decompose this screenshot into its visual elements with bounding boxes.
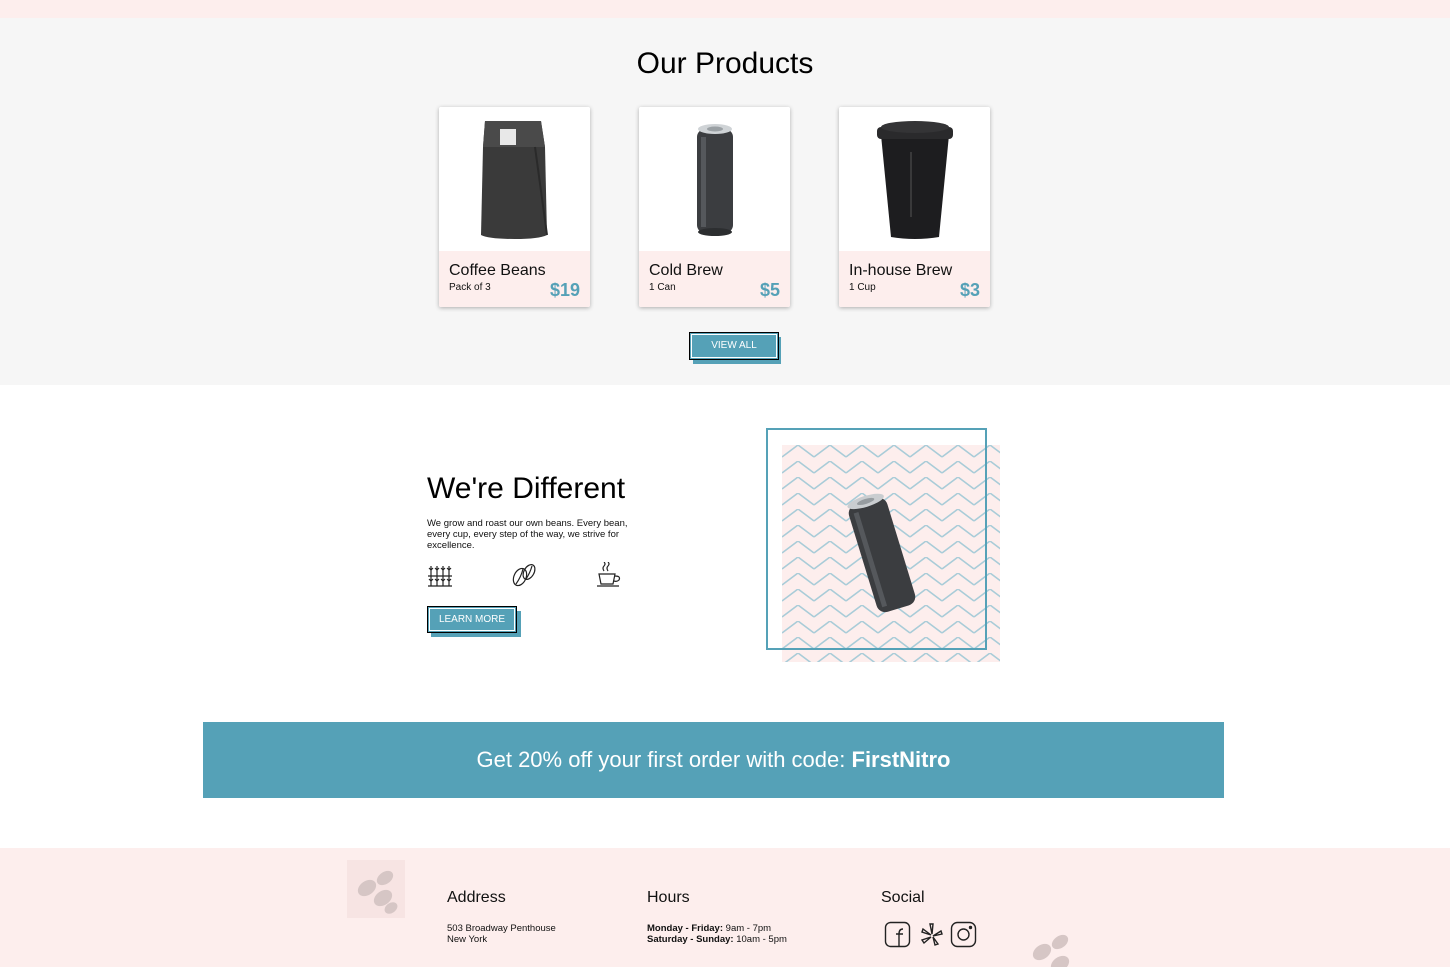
view-all-button[interactable]: VIEW ALL (689, 332, 779, 360)
hours-weekend: Saturday - Sunday: 10am - 5pm (647, 934, 787, 945)
product-price: $5 (759, 280, 780, 300)
coffee-beans-decoration-icon (347, 860, 405, 923)
top-strip (0, 0, 1450, 18)
coffee-bean-icon (511, 562, 537, 593)
view-all-button-group: VIEW ALL (689, 332, 781, 364)
social-heading: Social (881, 889, 925, 906)
promo-banner: Get 20% off your first order with code: … (203, 722, 1224, 798)
coffee-cup-icon (596, 561, 624, 593)
address-line2: New York (447, 934, 488, 945)
footer: Address 503 Broadway Penthouse New York … (0, 848, 1450, 972)
coffee-beans-decoration-icon (1020, 922, 1080, 972)
promo-text: Get 20% off your first order with code: (476, 747, 852, 772)
image-frame (766, 428, 987, 650)
plants-icon (427, 562, 453, 593)
product-qty: 1 Cup (849, 282, 876, 293)
product-image-can (639, 107, 790, 251)
address-line1: 503 Broadway Penthouse (447, 923, 556, 934)
hours-weekend-value: 10am - 5pm (733, 934, 787, 945)
product-card-cold-brew[interactable]: Cold Brew 1 Can $5 (639, 107, 790, 307)
product-qty: Pack of 3 (449, 282, 491, 293)
learn-more-button[interactable]: LEARN MORE (427, 606, 517, 633)
instagram-icon[interactable] (950, 921, 977, 953)
yelp-icon[interactable] (918, 921, 945, 953)
facebook-icon[interactable] (884, 921, 911, 953)
product-info: Coffee Beans Pack of 3 $19 (439, 251, 590, 307)
promo-code: FirstNitro (851, 747, 951, 772)
different-title: We're Different (427, 472, 626, 505)
learn-more-button-group: LEARN MORE (427, 606, 521, 637)
hours-weekday: Monday - Friday: 9am - 7pm (647, 923, 771, 934)
hours-weekend-label: Saturday - Sunday: (647, 934, 734, 945)
product-image-coffee-bag (439, 107, 590, 251)
products-title: Our Products (636, 47, 814, 80)
hours-heading: Hours (647, 889, 690, 906)
product-card-coffee-beans[interactable]: Coffee Beans Pack of 3 $19 (439, 107, 590, 307)
product-price: $19 (549, 280, 580, 300)
product-name: In-house Brew (849, 262, 953, 279)
product-info: In-house Brew 1 Cup $3 (839, 251, 990, 307)
hours-weekday-value: 9am - 7pm (723, 923, 772, 934)
address-heading: Address (447, 889, 506, 906)
product-card-in-house-brew[interactable]: In-house Brew 1 Cup $3 (839, 107, 990, 307)
products-section: Our Products Coffee Beans Pack of 3 $19 (0, 18, 1450, 385)
product-qty: 1 Can (649, 282, 676, 293)
different-text: We grow and roast our own beans. Every b… (427, 518, 628, 551)
product-price: $3 (959, 280, 980, 300)
hours-weekday-label: Monday - Friday: (647, 923, 724, 934)
product-name: Coffee Beans (449, 262, 546, 279)
product-name: Cold Brew (649, 262, 723, 279)
product-image-cup (839, 107, 990, 251)
product-info: Cold Brew 1 Can $5 (639, 251, 790, 307)
